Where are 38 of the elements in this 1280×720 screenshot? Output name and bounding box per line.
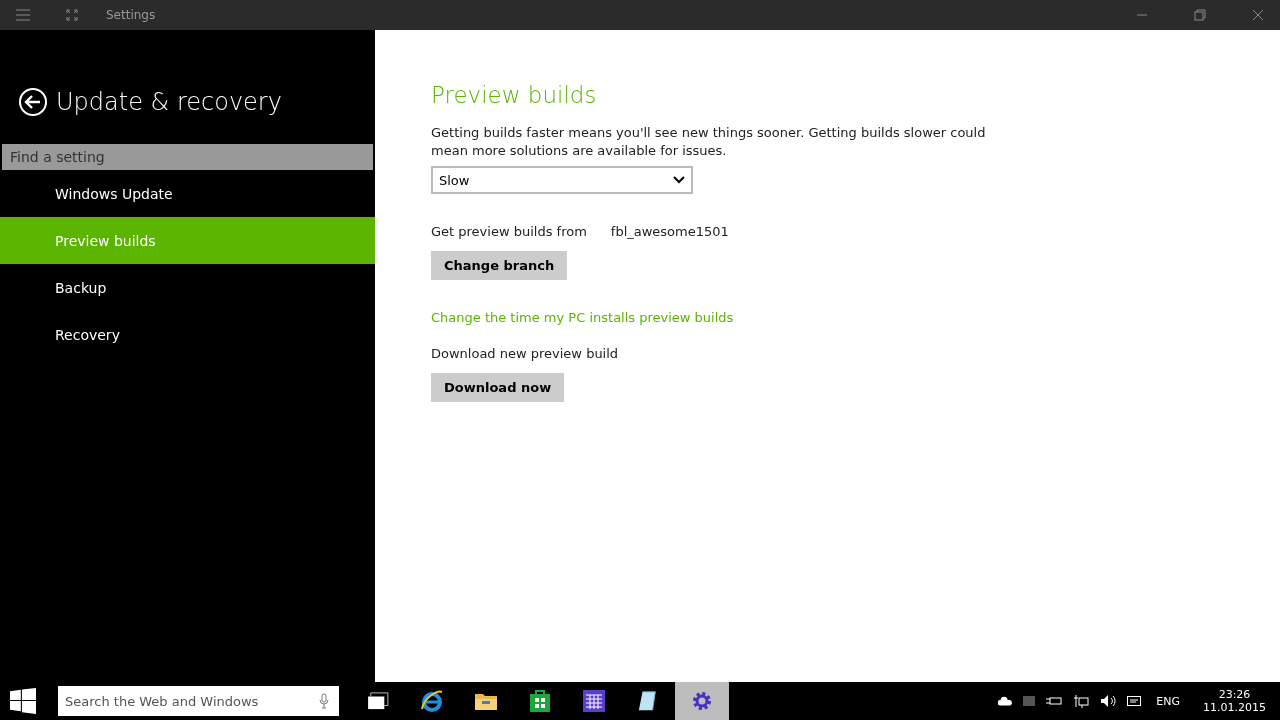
cloud-icon[interactable] (998, 696, 1013, 706)
download-label: Download new preview build (431, 346, 620, 361)
chevron-icon (673, 176, 685, 184)
notification-icon[interactable] (1127, 696, 1142, 706)
branch-value: fbl_awesome1501 (610, 224, 729, 239)
description-text: Getting builds faster means you'll see new things sooner. Getting builds slower could mean more solutions are available for issues. (431, 124, 987, 160)
language-indicator[interactable]: ENG (1156, 694, 1180, 708)
sidebar-item[interactable]: Windows Update (0, 170, 375, 217)
section-heading: Preview builds (431, 82, 598, 108)
change-branch-button[interactable]: Change branch (431, 251, 568, 280)
download-button[interactable]: Download now (431, 373, 565, 402)
window-title: Settings (106, 8, 156, 22)
tray-app-icon[interactable] (1023, 696, 1036, 706)
restore-icon[interactable] (1194, 9, 1206, 21)
taskbar-search-field[interactable]: Search the Web and Windows (58, 686, 339, 716)
windows-icon (367, 692, 389, 710)
shopping-bag-icon (529, 689, 551, 713)
clock-time[interactable]: 23:26 (1218, 688, 1251, 701)
gear-icon (690, 689, 714, 713)
microphone-icon[interactable] (319, 693, 329, 709)
close-icon[interactable] (1252, 9, 1264, 21)
speaker-icon[interactable] (1100, 694, 1117, 708)
page-title: Update & recovery (56, 88, 282, 116)
folder-icon (474, 691, 498, 711)
expand-icon[interactable] (66, 9, 78, 21)
speed-dropdown[interactable]: Slow (431, 166, 693, 194)
notepad-icon (637, 689, 659, 713)
search-field[interactable]: Find a setting (2, 144, 373, 170)
sidebar-item[interactable]: Recovery (0, 311, 375, 358)
windows-logo-icon[interactable] (10, 688, 36, 714)
battery-icon[interactable] (1046, 696, 1063, 706)
branch-label: Get preview builds from (431, 224, 587, 239)
back-icon[interactable] (18, 87, 48, 117)
clock-date[interactable]: 11.01.2015 (1203, 701, 1266, 714)
browser-icon (420, 689, 444, 713)
sidebar-item[interactable]: Backup (0, 264, 375, 311)
network-icon[interactable] (1073, 694, 1090, 708)
calendar-icon (582, 689, 606, 713)
